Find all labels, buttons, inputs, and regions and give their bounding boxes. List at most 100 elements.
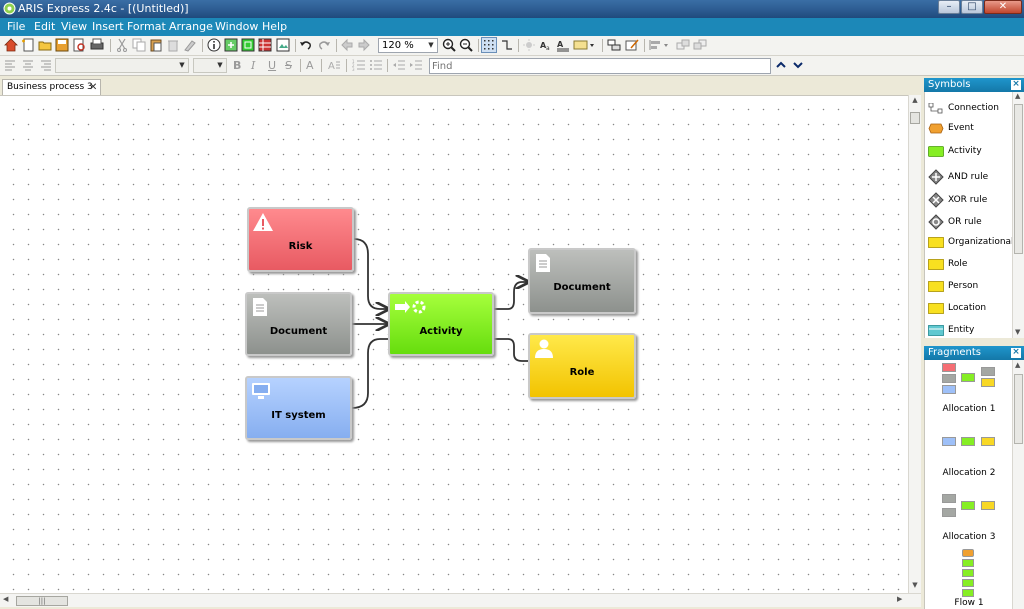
- symbol-location[interactable]: Location: [925, 300, 1015, 318]
- canvas-horizontal-scrollbar[interactable]: ||| ◀ ▶: [0, 593, 921, 607]
- text-format-icon[interactable]: Aa: [539, 38, 553, 52]
- align-left-icon[interactable]: [4, 58, 18, 72]
- symbol-or-rule[interactable]: OR rule: [925, 211, 1015, 233]
- fill-color-icon[interactable]: [573, 38, 595, 52]
- indent-icon[interactable]: [409, 58, 423, 72]
- menu-file[interactable]: File: [7, 20, 25, 33]
- home-icon[interactable]: [4, 38, 18, 52]
- menu-insert[interactable]: Insert: [92, 20, 124, 33]
- bullet-list-icon[interactable]: [369, 58, 383, 72]
- symbol-and-rule[interactable]: AND rule: [925, 166, 1015, 188]
- print-icon[interactable]: [90, 38, 104, 52]
- fragments-scrollbar[interactable]: ▲: [1012, 360, 1024, 609]
- scroll-thumb[interactable]: |||: [16, 596, 68, 606]
- font-family-select[interactable]: ▼: [55, 58, 189, 73]
- it-system-node[interactable]: IT system: [245, 376, 352, 440]
- print-preview-icon[interactable]: [72, 38, 86, 52]
- fragment-allocation-3[interactable]: Allocation 3: [925, 490, 1013, 546]
- symbols-scrollbar[interactable]: ▲ ▼: [1012, 92, 1024, 338]
- risk-node[interactable]: Risk: [247, 207, 354, 272]
- back-arrow-icon[interactable]: [340, 38, 354, 52]
- menu-view[interactable]: View: [61, 20, 87, 33]
- scroll-up-arrow-icon[interactable]: ▲: [1015, 92, 1020, 100]
- numbered-list-icon[interactable]: 123: [352, 58, 366, 72]
- menu-format[interactable]: Format: [127, 20, 166, 33]
- symbol-organizational-unit[interactable]: Organizational unit: [925, 234, 1013, 252]
- zoom-out-icon[interactable]: [459, 38, 473, 52]
- forward-arrow-icon[interactable]: [357, 38, 371, 52]
- diagram-canvas[interactable]: Risk Document IT system Activity Documen…: [0, 95, 908, 593]
- scroll-left-arrow-icon[interactable]: ◀: [3, 595, 8, 603]
- document-output-node[interactable]: Document: [528, 248, 636, 314]
- fragment-allocation-1[interactable]: Allocation 1: [925, 360, 1013, 418]
- undo-icon[interactable]: [299, 38, 313, 52]
- menu-window[interactable]: Window: [215, 20, 258, 33]
- align-right-icon[interactable]: [38, 58, 52, 72]
- zoom-select[interactable]: 120 % ▼: [378, 38, 438, 53]
- role-node[interactable]: Role: [528, 333, 636, 399]
- find-previous-button[interactable]: [774, 58, 788, 74]
- sun-icon[interactable]: [522, 38, 536, 52]
- tab-business-process[interactable]: Business process 3 ✕: [2, 79, 101, 95]
- open-folder-icon[interactable]: [38, 38, 52, 52]
- scroll-down-arrow-icon[interactable]: ▼: [909, 581, 921, 591]
- symbol-role[interactable]: Role: [925, 256, 1015, 274]
- strikethrough-icon[interactable]: S: [285, 59, 292, 72]
- new-file-icon[interactable]: [21, 38, 35, 52]
- tab-close-icon[interactable]: ✕: [89, 80, 97, 95]
- symbol-person[interactable]: Person: [925, 278, 1015, 296]
- send-back-icon[interactable]: [693, 38, 707, 52]
- scroll-thumb[interactable]: [1014, 374, 1023, 444]
- font-color-icon[interactable]: A: [306, 59, 314, 72]
- format-painter-icon[interactable]: [183, 38, 197, 52]
- align-center-icon[interactable]: [21, 58, 35, 72]
- grid-icon[interactable]: [481, 37, 497, 53]
- insert-model-icon[interactable]: [241, 38, 255, 52]
- activity-node[interactable]: Activity: [388, 292, 494, 356]
- fragment-allocation-2[interactable]: Allocation 2: [925, 430, 1013, 480]
- redo-icon[interactable]: [317, 38, 331, 52]
- edit-properties-icon[interactable]: [625, 38, 639, 52]
- scroll-up-arrow-icon[interactable]: ▲: [909, 96, 921, 106]
- close-panel-icon[interactable]: ×: [1011, 80, 1021, 90]
- scroll-thumb[interactable]: [1014, 104, 1023, 254]
- scroll-thumb[interactable]: [910, 112, 920, 124]
- underline-icon[interactable]: U: [268, 59, 276, 72]
- font-size-select[interactable]: ▼: [193, 58, 227, 73]
- close-panel-icon[interactable]: ×: [1011, 348, 1021, 358]
- insert-table-icon[interactable]: [258, 38, 272, 52]
- find-next-button[interactable]: [791, 58, 805, 74]
- zoom-in-icon[interactable]: [442, 38, 456, 52]
- bring-front-icon[interactable]: [676, 38, 690, 52]
- canvas-vertical-scrollbar[interactable]: ▲ ▼: [908, 95, 921, 593]
- symbol-event[interactable]: Event: [925, 120, 1015, 138]
- symbol-connection[interactable]: Connection: [925, 100, 1015, 118]
- symbol-activity[interactable]: Activity: [925, 143, 1015, 161]
- text-frame-icon[interactable]: A: [556, 38, 570, 52]
- menu-help[interactable]: Help: [262, 20, 287, 33]
- insert-image-icon[interactable]: [276, 38, 290, 52]
- scroll-right-arrow-icon[interactable]: ▶: [897, 595, 902, 603]
- scroll-down-arrow-icon[interactable]: ▼: [1015, 328, 1020, 336]
- close-window-button[interactable]: ✕: [984, 0, 1022, 14]
- menu-arrange[interactable]: Arrange: [169, 20, 213, 33]
- group-icon[interactable]: [607, 38, 621, 52]
- properties-icon[interactable]: [207, 38, 221, 52]
- scroll-up-arrow-icon[interactable]: ▲: [1015, 361, 1020, 369]
- bold-icon[interactable]: B: [233, 59, 241, 72]
- find-input[interactable]: [429, 58, 771, 74]
- italic-icon[interactable]: I: [251, 59, 255, 72]
- copy-icon[interactable]: [132, 38, 146, 52]
- insert-symbol-icon[interactable]: [224, 38, 238, 52]
- cut-icon[interactable]: [115, 38, 129, 52]
- connector-icon[interactable]: [500, 38, 514, 52]
- paste-icon[interactable]: [149, 38, 163, 52]
- maximize-button[interactable]: □: [961, 0, 983, 14]
- save-icon[interactable]: [55, 38, 69, 52]
- menu-edit[interactable]: Edit: [34, 20, 55, 33]
- symbol-xor-rule[interactable]: XOR rule: [925, 189, 1015, 211]
- document-input-node[interactable]: Document: [245, 292, 352, 356]
- minimize-button[interactable]: –: [938, 0, 960, 14]
- delete-icon[interactable]: [166, 38, 180, 52]
- fragment-flow-1[interactable]: Flow 1: [925, 548, 1013, 609]
